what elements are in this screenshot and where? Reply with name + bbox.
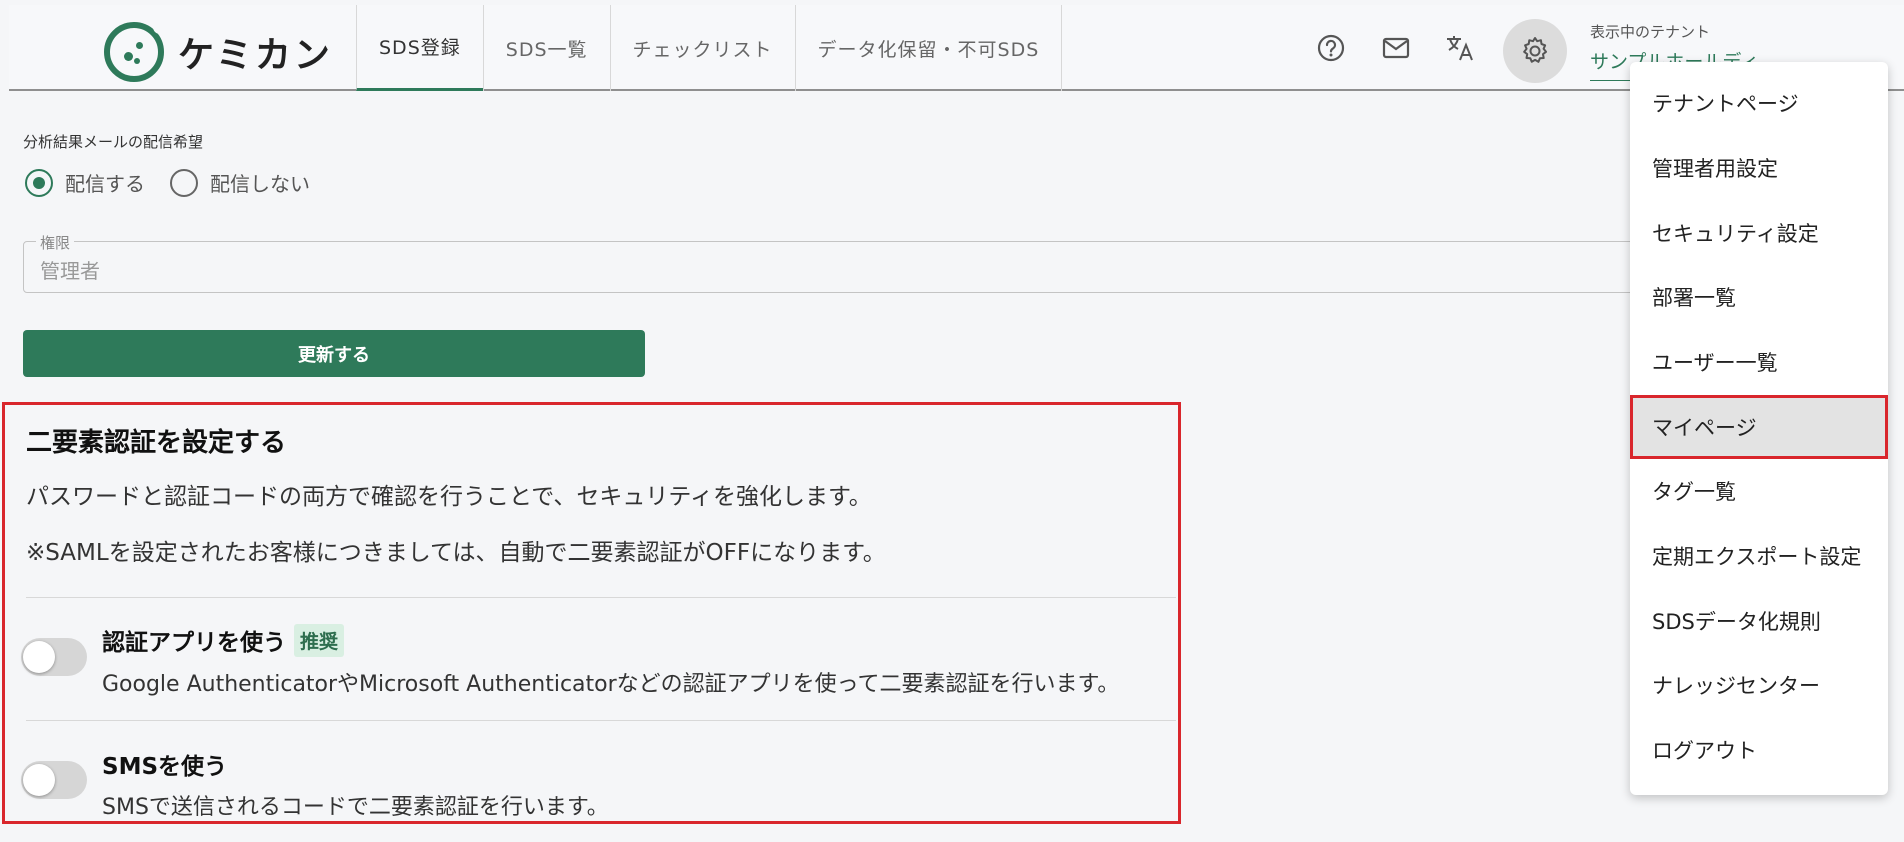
radio-no-deliver[interactable] [170,168,198,197]
permission-label: 権限 [36,232,75,253]
logo-mark-icon [104,20,167,82]
auth-app-option-title: 認証アプリを使う 推奨 [102,623,345,657]
main-nav: SDS登録 SDS一覧 チェックリスト データ化保留・不可SDS [356,5,1063,91]
two-factor-note: ※SAMLを設定されたお客様につきましては、自動で二要素認証がOFFになります。 [26,540,886,566]
logo[interactable]: ケミカン [104,20,333,82]
menu-item-sds-data-rules[interactable]: SDSデータ化規則 [1630,589,1888,653]
sms-title: SMSを使う [102,754,228,780]
menu-item-knowledge-center[interactable]: ナレッジセンター [1630,653,1888,717]
settings-gear-button[interactable] [1503,19,1567,83]
menu-item-scheduled-export[interactable]: 定期エクスポート設定 [1630,524,1888,588]
tab-sds-list[interactable]: SDS一覧 [482,5,610,91]
update-button[interactable]: 更新する [23,330,645,377]
menu-item-tenant-page[interactable]: テナントページ [1630,71,1888,135]
top-bar: ケミカン SDS登録 SDS一覧 チェックリスト データ化保留・不可SDS 表示… [9,5,1904,91]
tab-sds-register[interactable]: SDS登録 [356,5,483,91]
radio-deliver[interactable] [25,168,53,197]
menu-item-logout[interactable]: ログアウト [1630,718,1888,782]
menu-item-departments[interactable]: 部署一覧 [1630,265,1888,329]
tab-checklist[interactable]: チェックリスト [609,5,795,91]
gear-icon [1523,37,1547,63]
two-factor-section: 二要素認証を設定する パスワードと認証コードの両方で確認を行うことで、セキュリテ… [2,402,1181,824]
divider [26,597,1176,598]
tab-pending-sds[interactable]: データ化保留・不可SDS [794,5,1063,91]
permission-field[interactable]: 権限 管理者 [23,232,1653,293]
radio-deliver-label[interactable]: 配信する [65,168,145,197]
translate-icon[interactable] [1437,25,1483,71]
mail-icon[interactable] [1373,25,1419,71]
settings-menu: テナントページ 管理者用設定 セキュリティ設定 部署一覧 ユーザー一覧 マイペー… [1630,62,1888,795]
mail-pref-radio-group: 配信する 配信しない [25,168,335,197]
sms-toggle[interactable] [21,761,87,799]
menu-item-admin-settings[interactable]: 管理者用設定 [1630,136,1888,200]
sms-option-title: SMSを使う [102,747,227,781]
menu-item-security-settings[interactable]: セキュリティ設定 [1630,201,1888,265]
divider [26,720,1176,721]
auth-app-toggle[interactable] [21,638,87,676]
sms-description: SMSで送信されるコードで二要素認証を行います。 [102,795,609,820]
two-factor-description: パスワードと認証コードの両方で確認を行うことで、セキュリティを強化します。 [26,484,872,510]
auth-app-description: Google AuthenticatorやMicrosoft Authentic… [102,672,1120,697]
two-factor-title: 二要素認証を設定する [26,428,287,458]
auth-app-title: 認証アプリを使う [102,630,286,656]
help-icon[interactable] [1308,25,1354,71]
menu-item-users[interactable]: ユーザー一覧 [1630,330,1888,394]
recommended-badge: 推奨 [294,623,345,657]
permission-value: 管理者 [40,259,100,283]
mail-pref-label: 分析結果メールの配信希望 [23,133,204,151]
tenant-label: 表示中のテナント [1590,23,1711,41]
menu-item-tags[interactable]: タグ一覧 [1630,459,1888,523]
logo-text: ケミカン [178,35,333,76]
radio-no-deliver-label[interactable]: 配信しない [210,168,310,197]
menu-item-my-page[interactable]: マイページ [1630,395,1888,459]
